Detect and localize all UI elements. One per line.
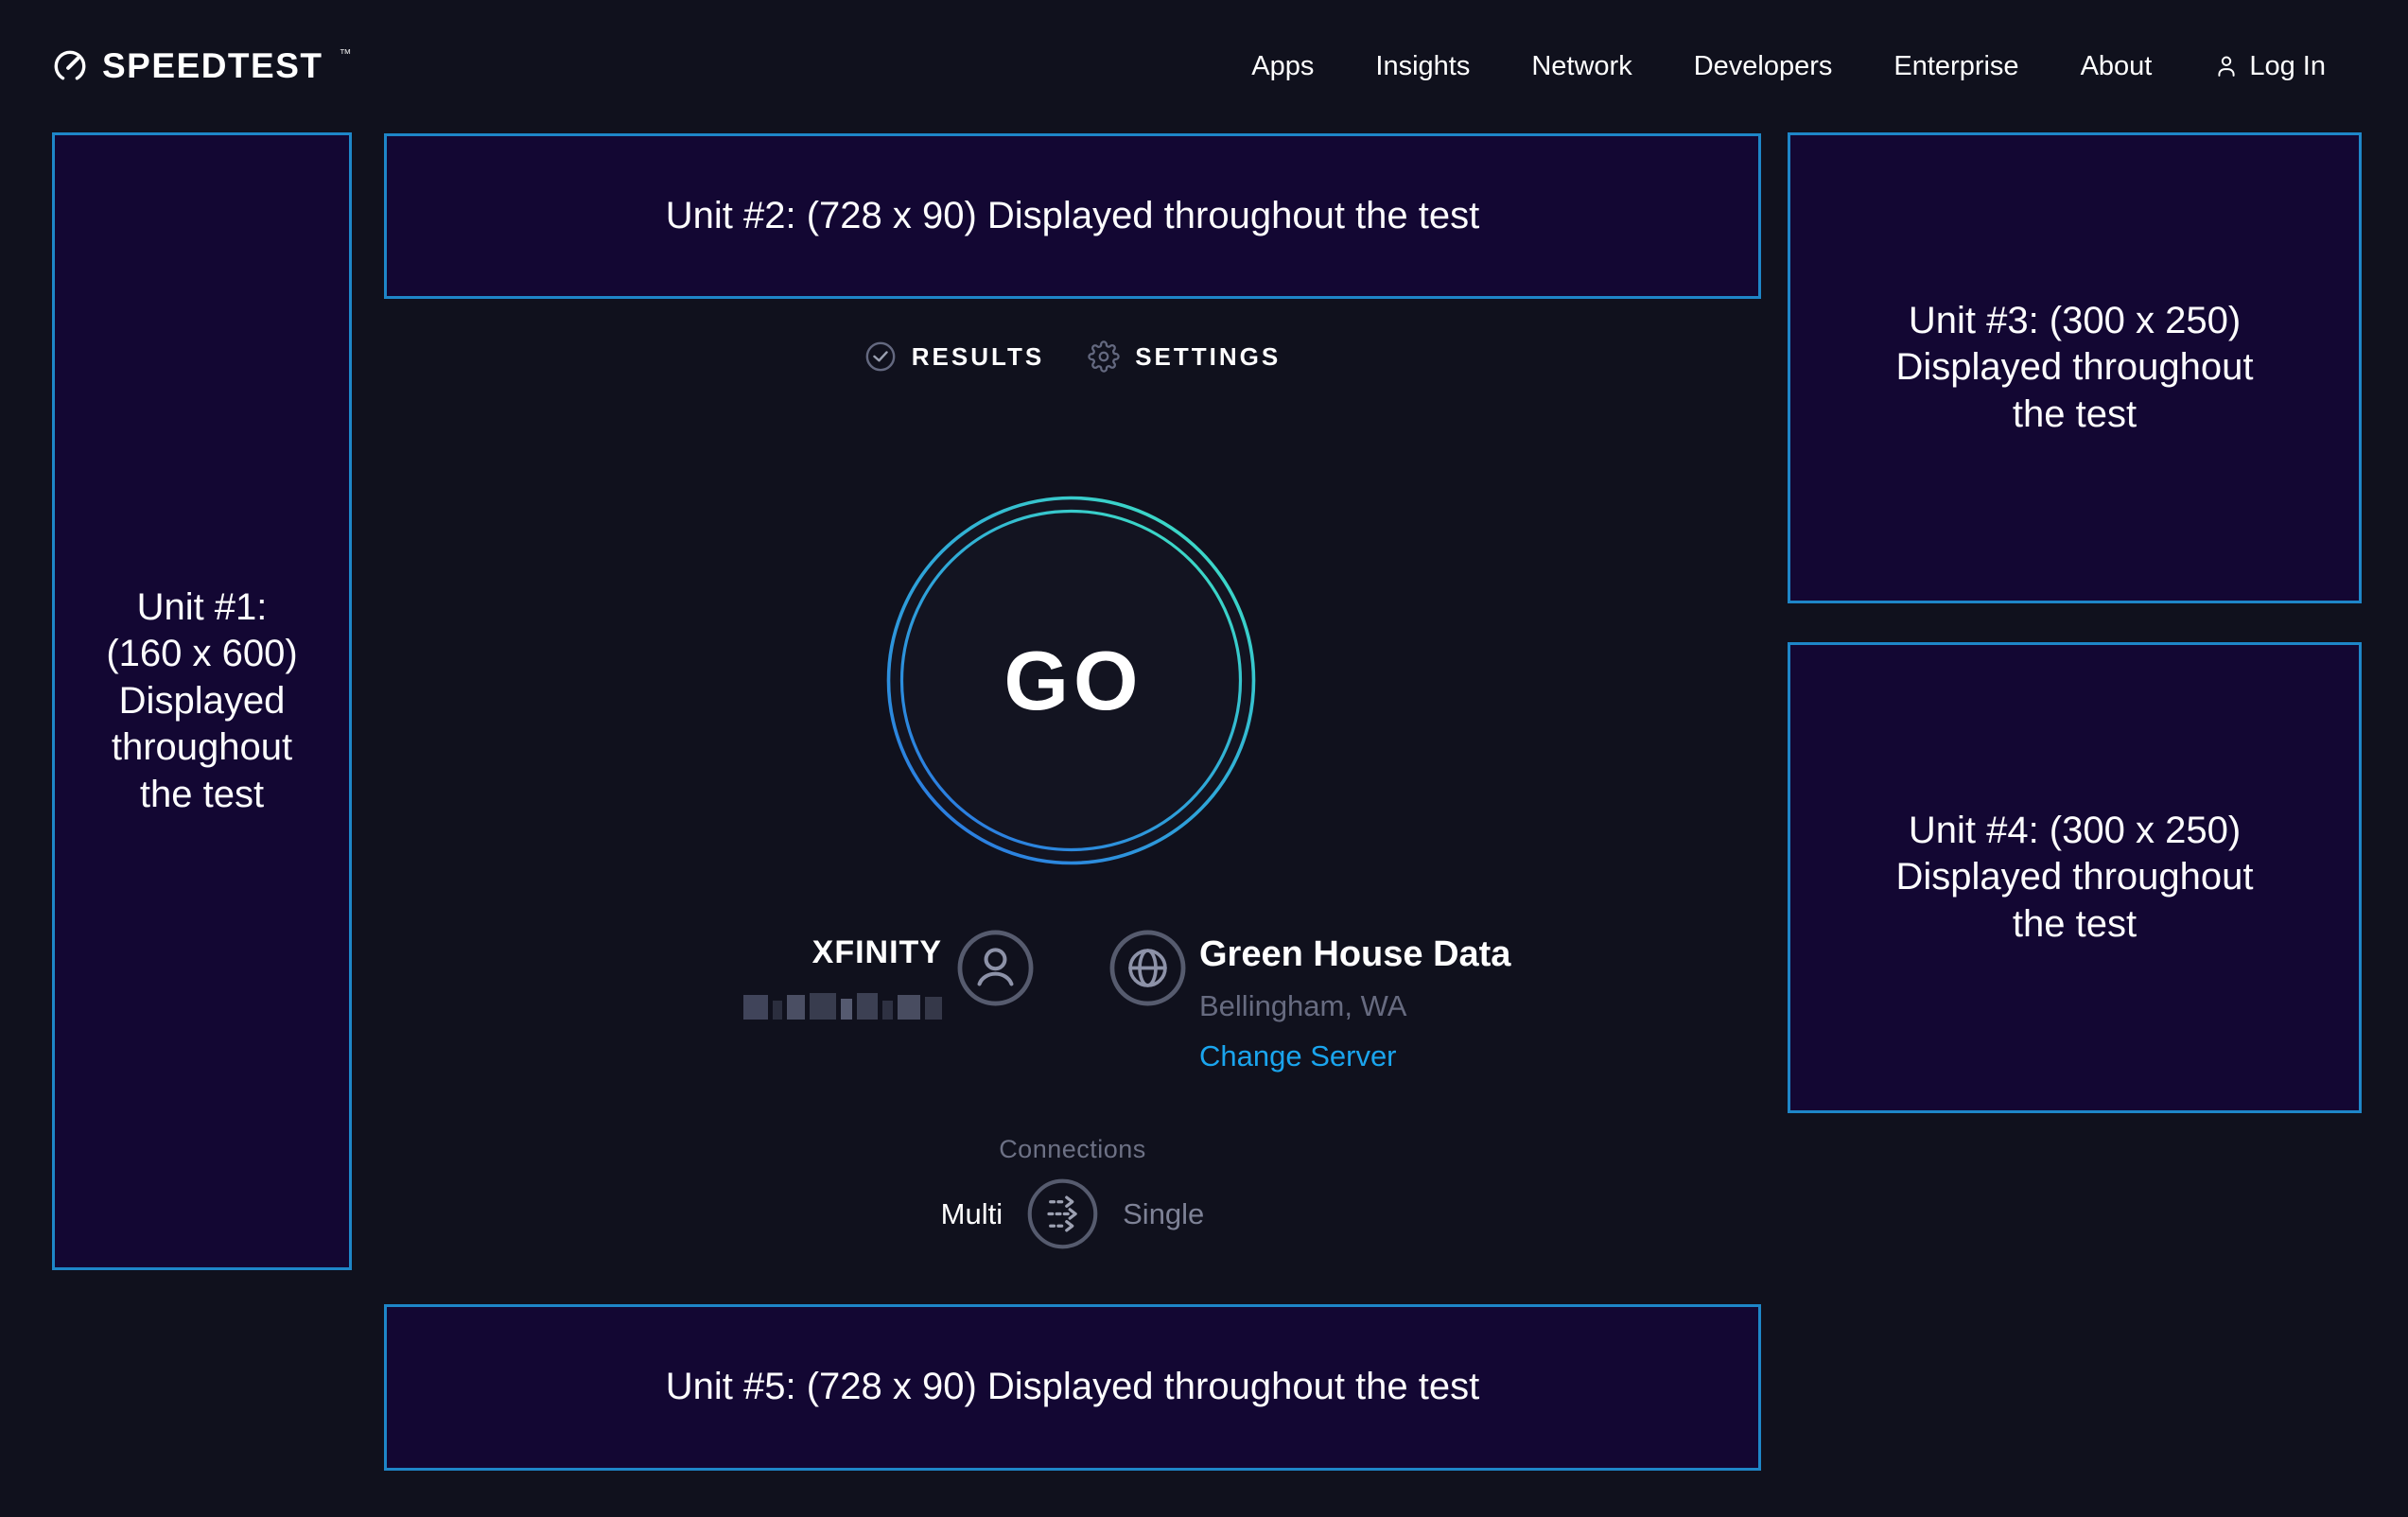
nav-enterprise[interactable]: Enterprise: [1893, 51, 2018, 82]
ad-unit-1-skyscraper: Unit #1: (160 x 600) Displayed throughou…: [52, 132, 352, 1270]
nav-about[interactable]: About: [2081, 51, 2153, 82]
ad-unit-2-text: Unit #2: (728 x 90) Displayed throughout…: [666, 193, 1480, 240]
globe-icon: [1109, 930, 1186, 1011]
main-nav: Apps Insights Network Developers Enterpr…: [1251, 51, 2326, 82]
go-button-label: GO: [884, 494, 1258, 867]
check-circle-icon: [864, 340, 897, 373]
server-name: Green House Data: [1199, 934, 1510, 975]
ad-unit-3-rectangle: Unit #3: (300 x 250) Displayed throughou…: [1788, 132, 2362, 603]
connections-single-option[interactable]: Single: [1123, 1197, 1204, 1231]
multi-connection-icon[interactable]: [1027, 1178, 1098, 1249]
ad-unit-3-text: Unit #3: (300 x 250) Displayed throughou…: [1895, 298, 2253, 439]
tab-settings-label: SETTINGS: [1135, 342, 1281, 372]
person-icon: [2213, 53, 2240, 79]
speedtest-page: { "header": { "logo": { "text": "SPEEDTE…: [0, 0, 2408, 1517]
speedtest-logo[interactable]: SPEEDTEST ™: [52, 46, 350, 86]
ad-unit-2-leaderboard: Unit #2: (728 x 90) Displayed throughout…: [384, 133, 1761, 299]
change-server-link[interactable]: Change Server: [1199, 1039, 1397, 1073]
ad-unit-1-text: Unit #1: (160 x 600) Displayed throughou…: [89, 584, 314, 819]
header: SPEEDTEST ™ Apps Insights Network Develop…: [0, 0, 2408, 132]
ip-address-redacted: [738, 991, 942, 1020]
connections-toggle-row: Multi Single: [384, 1178, 1761, 1249]
isp-name: XFINITY: [662, 934, 942, 971]
ad-unit-5-text: Unit #5: (728 x 90) Displayed throughout…: [666, 1364, 1480, 1411]
connections-multi-option[interactable]: Multi: [941, 1197, 1003, 1231]
tab-results[interactable]: RESULTS: [864, 340, 1044, 373]
login-label: Log In: [2249, 51, 2326, 82]
ad-unit-4-text: Unit #4: (300 x 250) Displayed throughou…: [1895, 808, 2253, 949]
server-location: Bellingham, WA: [1199, 989, 1406, 1023]
logo-text: SPEEDTEST: [102, 46, 323, 86]
speedtest-gauge-icon: [52, 48, 88, 84]
nav-network[interactable]: Network: [1531, 51, 1632, 82]
gear-icon: [1088, 340, 1120, 373]
connections-label: Connections: [384, 1135, 1761, 1164]
login-button[interactable]: Log In: [2213, 51, 2326, 82]
go-button[interactable]: GO: [884, 494, 1258, 867]
logo-trademark: ™: [340, 46, 352, 61]
result-settings-tabs: RESULTS SETTINGS: [384, 340, 1761, 373]
isp-user-icon: [957, 930, 1034, 1011]
tab-results-label: RESULTS: [912, 342, 1044, 372]
tab-settings[interactable]: SETTINGS: [1088, 340, 1281, 373]
nav-developers[interactable]: Developers: [1694, 51, 1833, 82]
ad-unit-4-rectangle: Unit #4: (300 x 250) Displayed throughou…: [1788, 642, 2362, 1113]
nav-insights[interactable]: Insights: [1375, 51, 1470, 82]
ad-unit-5-leaderboard: Unit #5: (728 x 90) Displayed throughout…: [384, 1304, 1761, 1471]
nav-apps[interactable]: Apps: [1251, 51, 1314, 82]
